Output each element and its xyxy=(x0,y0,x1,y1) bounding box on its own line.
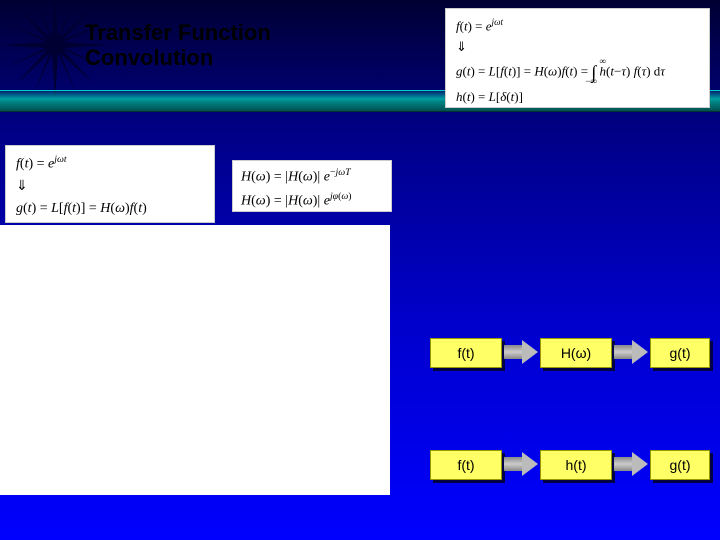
title-line1: Transfer Function xyxy=(85,20,271,45)
flow1-output-label: g(t) xyxy=(670,345,691,361)
equation-box-left: f(t) = ejωt ⇓ g(t) = L[f(t)] = H(ω)f(t) xyxy=(5,145,215,223)
eq-tr-2: ⇓ xyxy=(456,37,699,58)
arrow-icon xyxy=(614,452,648,476)
title-line2: Convolution xyxy=(85,45,271,70)
eq-l-3: g(t) = L[f(t)] = H(ω)f(t) xyxy=(16,198,204,220)
flow1-input-label: f(t) xyxy=(457,345,474,361)
arrow-icon xyxy=(504,452,538,476)
eq-m-1: H(ω) = |H(ω)| e−jωT xyxy=(241,165,383,189)
flow2-input-label: f(t) xyxy=(457,457,474,473)
flow2-output: g(t) xyxy=(650,450,710,480)
eq-m-2: H(ω) = |H(ω)| ejφ(ω) xyxy=(241,189,383,213)
arrow-icon xyxy=(614,340,648,364)
flow1-system: H(ω) xyxy=(540,338,612,368)
flow2-input: f(t) xyxy=(430,450,502,480)
flow2-system: h(t) xyxy=(540,450,612,480)
eq-l-1: f(t) = ejωt xyxy=(16,152,204,176)
arrow-icon xyxy=(504,340,538,364)
eq-tr-4: h(t) = L[δ(t)] xyxy=(456,87,699,108)
bottom-white-area xyxy=(0,225,390,495)
equation-box-mid: H(ω) = |H(ω)| e−jωT H(ω) = |H(ω)| ejφ(ω) xyxy=(232,160,392,212)
eq-tr-1: f(t) = ejωt xyxy=(456,15,699,37)
equation-box-topright: f(t) = ejωt ⇓ g(t) = L[f(t)] = H(ω)f(t) … xyxy=(445,8,710,108)
flow1-input: f(t) xyxy=(430,338,502,368)
flow2-output-label: g(t) xyxy=(670,457,691,473)
flow1-output: g(t) xyxy=(650,338,710,368)
flow1-system-label: H(ω) xyxy=(561,345,591,361)
flow2-system-label: h(t) xyxy=(566,457,587,473)
slide-title: Transfer Function Convolution xyxy=(85,20,271,71)
eq-tr-3: g(t) = L[f(t)] = H(ω)f(t) = ∫∞−∞ h(t−τ) … xyxy=(456,58,699,87)
eq-l-2: ⇓ xyxy=(16,176,204,198)
